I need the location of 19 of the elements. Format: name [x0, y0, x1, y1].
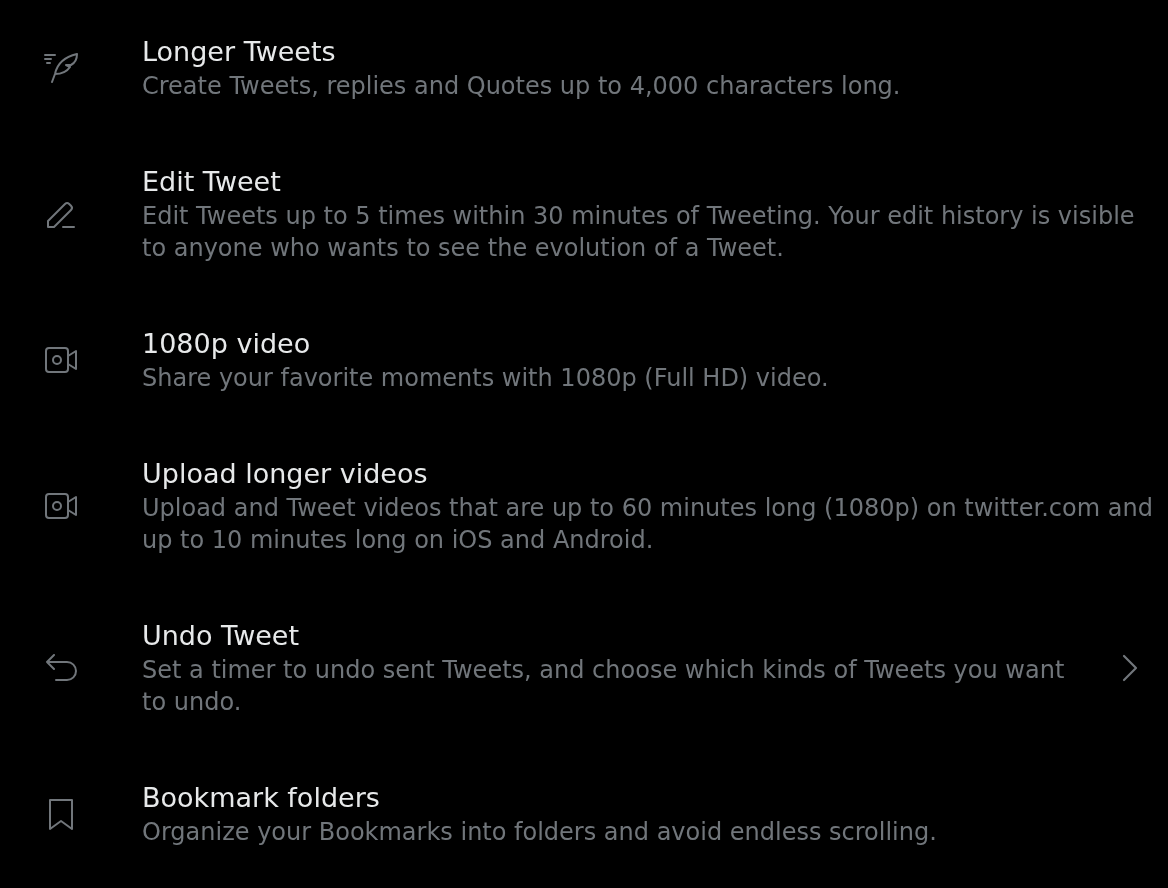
feature-description: Upload and Tweet videos that are up to 60 minutes long (1080p) on twitter.com and up to 10 minutes long on iOS and Android. [142, 493, 1154, 556]
feature-description: Share your favorite moments with 1080p (Full HD) video. [142, 363, 830, 394]
feather-icon [44, 53, 78, 83]
feature-title: 1080p video [142, 327, 312, 361]
feature-description: Edit Tweets up to 5 times within 30 minutes of Tweeting. Your edit history is visible to anyone who wants to see the evolution of a Tweet. [142, 201, 1136, 264]
feature-description: Organize your Bookmarks into folders and avoid endless scrolling. [142, 817, 938, 848]
chevron-right-icon[interactable] [1122, 654, 1138, 682]
feature-title: Longer Tweets [142, 35, 337, 69]
feature-title: Bookmark folders [142, 781, 381, 815]
bookmark-icon [48, 797, 74, 831]
video-camera-icon [45, 347, 77, 373]
feature-description: Create Tweets, replies and Quotes up to 4,000 characters long. [142, 71, 902, 102]
feature-title: Upload longer videos [142, 457, 429, 491]
feature-title: Edit Tweet [142, 165, 282, 199]
feature-title: Undo Tweet [142, 619, 301, 653]
video-camera-icon [45, 493, 77, 519]
pencil-icon [46, 199, 76, 229]
feature-description: Set a timer to undo sent Tweets, and choose which kinds of Tweets you want to undo. [142, 655, 1066, 718]
undo-arrow-icon [45, 654, 77, 682]
